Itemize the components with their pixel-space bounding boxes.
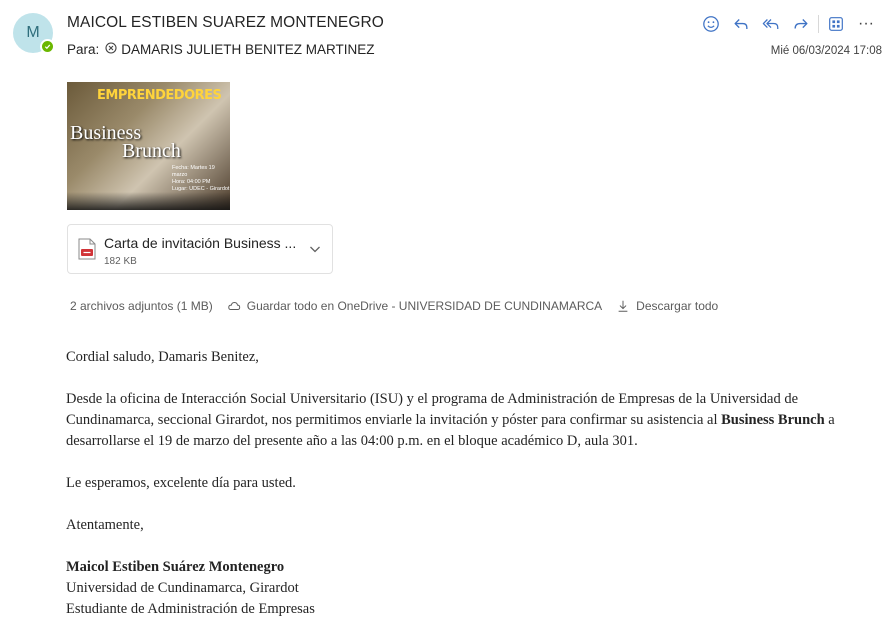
download-icon <box>618 300 628 312</box>
signature-name: Maicol Estiben Suárez Montenegro <box>66 559 285 575</box>
sign-off: Atentamente, <box>66 517 144 533</box>
poster-info-time: Hora: 04:00 PM <box>172 179 211 185</box>
message-body: Cordial saludo, Damaris Benitez, Desde l… <box>66 347 871 620</box>
cloud-icon <box>228 302 240 310</box>
signature-line-1: Universidad de Cundinamarca, Girardot <box>66 580 299 596</box>
toolbar-divider <box>818 15 819 33</box>
download-all-button[interactable]: Descargar todo <box>616 299 718 313</box>
attachments-summary: 2 archivos adjuntos (1 MB) <box>70 299 213 313</box>
to-label: Para: <box>67 42 100 57</box>
recipient-line: Para: DAMARIS JULIETH BENITEZ MARTINEZ <box>67 42 375 57</box>
poster-footer <box>67 192 230 210</box>
recipient-name[interactable]: DAMARIS JULIETH BENITEZ MARTINEZ <box>121 42 374 57</box>
body-text-1: Desde la oficina de Interacción Social U… <box>66 391 799 428</box>
avatar[interactable]: M <box>13 13 55 54</box>
pdf-icon <box>78 238 96 260</box>
attachment-size: 182 KB <box>104 256 137 267</box>
poster-info: Fecha: Martes 19 marzo Hora: 04:00 PM Lu… <box>172 165 230 193</box>
message-toolbar: ··· <box>696 12 881 36</box>
poster-info-date: Fecha: Martes 19 marzo <box>172 165 215 178</box>
attachments-bar: 2 archivos adjuntos (1 MB) Guardar todo … <box>70 299 718 313</box>
apps-icon[interactable] <box>821 12 851 36</box>
avatar-initial: M <box>26 24 40 41</box>
attachment-card[interactable]: Carta de invitación Business ... 182 KB <box>67 224 333 274</box>
download-all-label: Descargar todo <box>636 299 719 313</box>
more-icon[interactable]: ··· <box>851 12 881 36</box>
signature-line-2: Estudiante de Administración de Empresas <box>66 601 315 617</box>
closing-wish: Le esperamos, excelente día para usted. <box>66 475 296 491</box>
sender-name[interactable]: MAICOL ESTIBEN SUAREZ MONTENEGRO <box>67 14 384 32</box>
save-to-onedrive-label: Guardar todo en OneDrive - UNIVERSIDAD D… <box>246 299 603 313</box>
presence-available-icon <box>40 39 55 54</box>
poster-title: EMPRENDEDORES <box>97 88 222 103</box>
attachment-name: Carta de invitación Business ... <box>104 235 297 251</box>
poster-line2: Brunch <box>122 140 181 162</box>
event-name: Business Brunch <box>721 412 825 428</box>
recipient-presence-icon <box>105 42 117 57</box>
poster-image[interactable]: EMPRENDEDORES Business Brunch Fecha: Mar… <box>67 82 230 210</box>
body-paragraph: Desde la oficina de Interacción Social U… <box>66 389 871 452</box>
emoji-icon[interactable] <box>696 12 726 36</box>
save-to-onedrive-button[interactable]: Guardar todo en OneDrive - UNIVERSIDAD D… <box>227 299 602 313</box>
poster-event-name: Business Brunch <box>70 123 181 162</box>
chevron-down-icon[interactable] <box>307 241 323 257</box>
message-date: Mié 06/03/2024 17:08 <box>770 45 882 57</box>
reply-icon[interactable] <box>726 12 756 36</box>
reply-all-icon[interactable] <box>756 12 786 36</box>
forward-icon[interactable] <box>786 12 816 36</box>
greeting: Cordial saludo, Damaris Benitez, <box>66 349 259 365</box>
